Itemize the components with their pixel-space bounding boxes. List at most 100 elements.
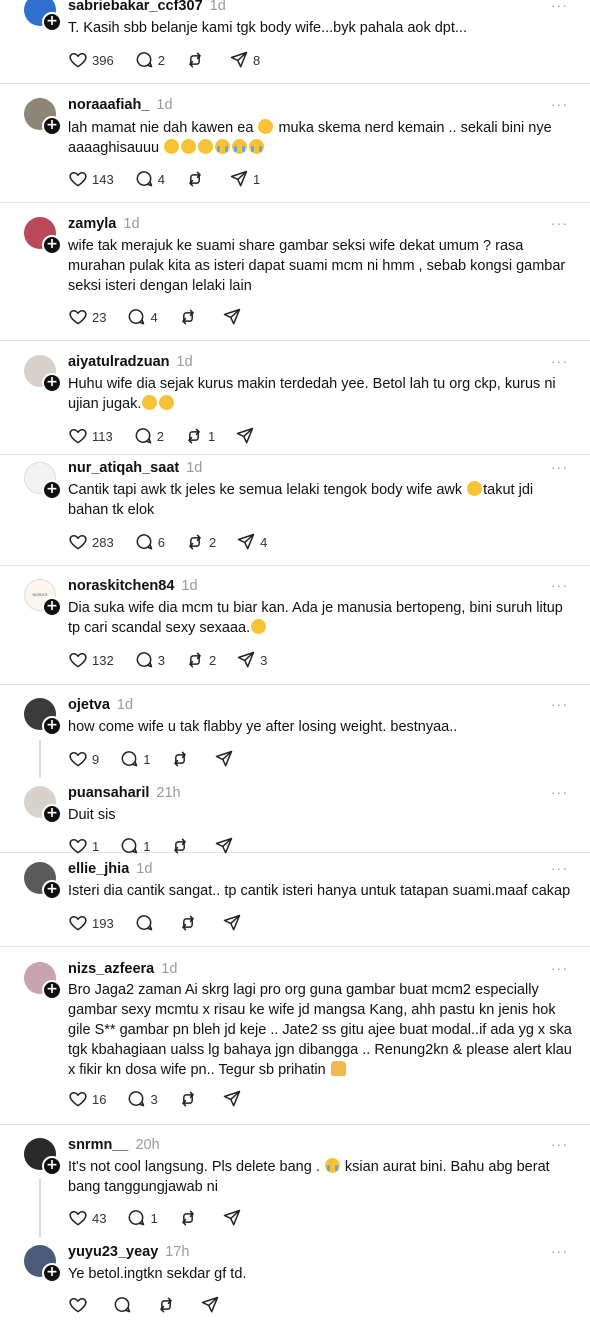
share-button[interactable] [222, 1208, 246, 1228]
share-icon [229, 169, 249, 189]
more-options-icon[interactable]: ··· [551, 577, 568, 593]
repost-button[interactable]: 2 [185, 650, 216, 670]
avatar[interactable]: + [24, 217, 62, 255]
avatar[interactable]: + [24, 462, 62, 500]
repost-button[interactable] [170, 749, 194, 769]
more-options-icon[interactable]: ··· [551, 353, 568, 369]
pensive-emoji-icon [181, 139, 197, 154]
more-options-icon[interactable]: ··· [551, 96, 568, 112]
share-button[interactable] [222, 307, 246, 327]
avatar[interactable]: + [24, 355, 62, 393]
reply-button[interactable]: 2 [133, 426, 164, 446]
like-button[interactable]: 1 [68, 836, 99, 856]
repost-button[interactable]: 1 [184, 426, 215, 446]
like-button[interactable]: 143 [68, 169, 114, 189]
like-button[interactable]: 132 [68, 650, 114, 670]
like-icon [68, 749, 88, 769]
reply-button[interactable] [112, 1295, 136, 1315]
more-options-icon[interactable]: ··· [551, 215, 568, 231]
post-username[interactable]: ojetva 1d [68, 697, 133, 713]
repost-button[interactable] [185, 169, 209, 189]
like-button[interactable]: 283 [68, 532, 114, 552]
like-button[interactable]: 16 [68, 1089, 106, 1109]
more-options-icon[interactable]: ··· [551, 1136, 568, 1152]
share-button[interactable]: 4 [236, 532, 267, 552]
repost-button[interactable] [185, 50, 209, 70]
share-button[interactable]: 8 [229, 50, 260, 70]
reply-button[interactable]: 2 [134, 50, 165, 70]
more-options-icon[interactable]: ··· [551, 860, 568, 876]
follow-plus-icon[interactable]: + [42, 1156, 62, 1176]
follow-plus-icon[interactable]: + [42, 116, 62, 136]
share-button[interactable] [214, 836, 238, 856]
avatar[interactable]: + [24, 786, 62, 824]
follow-plus-icon[interactable]: + [42, 880, 62, 900]
share-button[interactable]: 3 [236, 650, 267, 670]
share-button[interactable]: 1 [229, 169, 260, 189]
post-username[interactable]: aiyatulradzuan 1d [68, 354, 193, 370]
reply-button[interactable]: 1 [119, 836, 150, 856]
repost-button[interactable] [178, 913, 202, 933]
more-options-icon[interactable]: ··· [551, 696, 568, 712]
reply-button[interactable]: 1 [126, 1208, 158, 1228]
follow-plus-icon[interactable]: + [42, 480, 62, 500]
share-button[interactable] [222, 913, 246, 933]
post-username[interactable]: ellie_jhia 1d [68, 861, 152, 877]
reply-button[interactable]: 4 [134, 169, 165, 189]
avatar[interactable]: + [24, 0, 62, 32]
post-username[interactable]: snrmn__ 20h [68, 1137, 160, 1153]
more-options-icon[interactable]: ··· [551, 1243, 568, 1259]
like-button[interactable]: 193 [68, 913, 114, 933]
like-button[interactable]: 113 [68, 426, 113, 446]
reply-button[interactable] [134, 913, 158, 933]
follow-plus-icon[interactable]: + [42, 597, 62, 617]
more-options-icon[interactable]: ··· [551, 459, 568, 475]
repost-button[interactable]: 2 [185, 532, 216, 552]
follow-plus-icon[interactable]: + [42, 235, 62, 255]
avatar[interactable]: + [24, 1245, 62, 1283]
post-username[interactable]: nur_atiqah_saat 1d [68, 460, 202, 476]
like-button[interactable]: 43 [68, 1208, 106, 1228]
post-username[interactable]: puansaharil 21h [68, 785, 181, 801]
reply-button[interactable]: 1 [119, 749, 150, 769]
follow-plus-icon[interactable]: + [42, 716, 62, 736]
reply-button[interactable]: 4 [126, 307, 158, 327]
post-username[interactable]: yuyu23_yeay 17h [68, 1244, 190, 1260]
reply-button[interactable]: 3 [134, 650, 165, 670]
repost-button[interactable] [178, 1208, 202, 1228]
post-username[interactable]: zamyla 1d [68, 216, 140, 232]
share-button[interactable] [200, 1295, 224, 1315]
more-options-icon[interactable]: ··· [551, 960, 568, 976]
reply-button[interactable]: 6 [134, 532, 165, 552]
follow-plus-icon[interactable]: + [42, 373, 62, 393]
more-options-icon[interactable]: ··· [551, 784, 568, 800]
follow-plus-icon[interactable]: + [42, 1263, 62, 1283]
post-username[interactable]: noraaafiah_ 1d [68, 97, 173, 113]
avatar[interactable]: + [24, 962, 62, 1000]
avatar[interactable]: NORA'S KITCHEN + [24, 579, 62, 617]
follow-plus-icon[interactable]: + [42, 804, 62, 824]
like-button[interactable]: 396 [68, 50, 114, 70]
reply-button[interactable]: 3 [126, 1089, 158, 1109]
share-button[interactable] [235, 426, 259, 446]
follow-plus-icon[interactable]: + [42, 12, 62, 32]
like-button[interactable] [68, 1295, 92, 1315]
like-button[interactable]: 9 [68, 749, 99, 769]
avatar[interactable]: + [24, 1138, 62, 1176]
more-options-icon[interactable]: ··· [551, 0, 568, 13]
like-button[interactable]: 23 [68, 307, 106, 327]
repost-button[interactable] [156, 1295, 180, 1315]
share-button[interactable] [214, 749, 238, 769]
post-username[interactable]: noraskitchen84 1d [68, 578, 198, 594]
avatar[interactable]: + [24, 98, 62, 136]
repost-button[interactable] [178, 1089, 202, 1109]
post-username[interactable]: nizs_azfeera 1d [68, 961, 177, 977]
repost-button[interactable] [170, 836, 194, 856]
avatar[interactable]: + [24, 698, 62, 736]
avatar[interactable]: + [24, 862, 62, 900]
share-button[interactable] [222, 1089, 246, 1109]
repost-button[interactable] [178, 307, 202, 327]
follow-plus-icon[interactable]: + [42, 980, 62, 1000]
post-username[interactable]: sabriebakar_ccf307 1d [68, 0, 226, 14]
post-actions [68, 1295, 244, 1315]
